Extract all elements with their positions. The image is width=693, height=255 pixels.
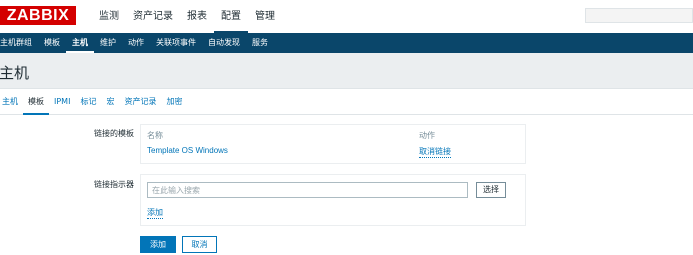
tab-tags[interactable]: 标记 bbox=[75, 89, 101, 115]
add-template-link[interactable]: 添加 bbox=[147, 207, 163, 219]
main-menu-inventory[interactable]: 资产记录 bbox=[126, 0, 180, 33]
column-header-action: 动作 bbox=[419, 131, 435, 140]
tab-macros[interactable]: 宏 bbox=[101, 89, 119, 115]
add-button[interactable]: 添加 bbox=[140, 236, 176, 253]
sub-menu-host-groups[interactable]: 主机群组 bbox=[0, 33, 38, 53]
linked-templates-table: 名称 动作 Template OS Windows 取消链接 bbox=[140, 124, 526, 164]
select-button[interactable]: 选择 bbox=[476, 182, 506, 198]
column-header-name: 名称 bbox=[147, 131, 163, 140]
main-menu-monitoring[interactable]: 监测 bbox=[92, 0, 126, 33]
form-tabs: 主机 模板 IPMI 标记 宏 资产记录 加密 bbox=[0, 89, 693, 115]
sub-menu-actions[interactable]: 动作 bbox=[122, 33, 150, 53]
sub-menu-discovery[interactable]: 自动发现 bbox=[202, 33, 246, 53]
page-title: 主机 bbox=[0, 64, 30, 82]
main-menu-administration[interactable]: 管理 bbox=[248, 0, 282, 33]
sub-menu: 主机群组 模板 主机 维护 动作 关联项事件 自动发现 服务 bbox=[0, 33, 693, 53]
page-header: 主机 bbox=[0, 53, 693, 89]
sub-menu-event-correlation[interactable]: 关联项事件 bbox=[150, 33, 202, 53]
template-search-input[interactable] bbox=[147, 182, 468, 198]
main-menu: 监测 资产记录 报表 配置 管理 bbox=[92, 0, 282, 33]
link-indicator-label: 链接指示器 bbox=[94, 180, 134, 189]
zabbix-logo[interactable]: ZABBIX bbox=[0, 6, 76, 25]
top-bar: ZABBIX 监测 资产记录 报表 配置 管理 bbox=[0, 0, 693, 33]
sub-menu-hosts[interactable]: 主机 bbox=[66, 33, 94, 53]
sub-menu-templates[interactable]: 模板 bbox=[38, 33, 66, 53]
unlink-button[interactable]: 取消链接 bbox=[419, 146, 451, 158]
sub-menu-services[interactable]: 服务 bbox=[246, 33, 274, 53]
sub-menu-maintenance[interactable]: 维护 bbox=[94, 33, 122, 53]
tab-encryption[interactable]: 加密 bbox=[161, 89, 187, 115]
tab-host[interactable]: 主机 bbox=[0, 89, 23, 115]
main-menu-reports[interactable]: 报表 bbox=[180, 0, 214, 33]
template-name-link[interactable]: Template OS Windows bbox=[147, 146, 228, 155]
tab-ipmi[interactable]: IPMI bbox=[49, 89, 75, 115]
tab-inventory[interactable]: 资产记录 bbox=[119, 89, 161, 115]
tab-templates[interactable]: 模板 bbox=[23, 89, 49, 115]
main-menu-configuration[interactable]: 配置 bbox=[214, 0, 248, 33]
global-search-input[interactable] bbox=[585, 8, 693, 23]
link-indicator-box: 选择 添加 bbox=[140, 174, 526, 226]
linked-templates-label: 链接的模板 bbox=[94, 129, 134, 138]
cancel-button[interactable]: 取消 bbox=[182, 236, 217, 253]
